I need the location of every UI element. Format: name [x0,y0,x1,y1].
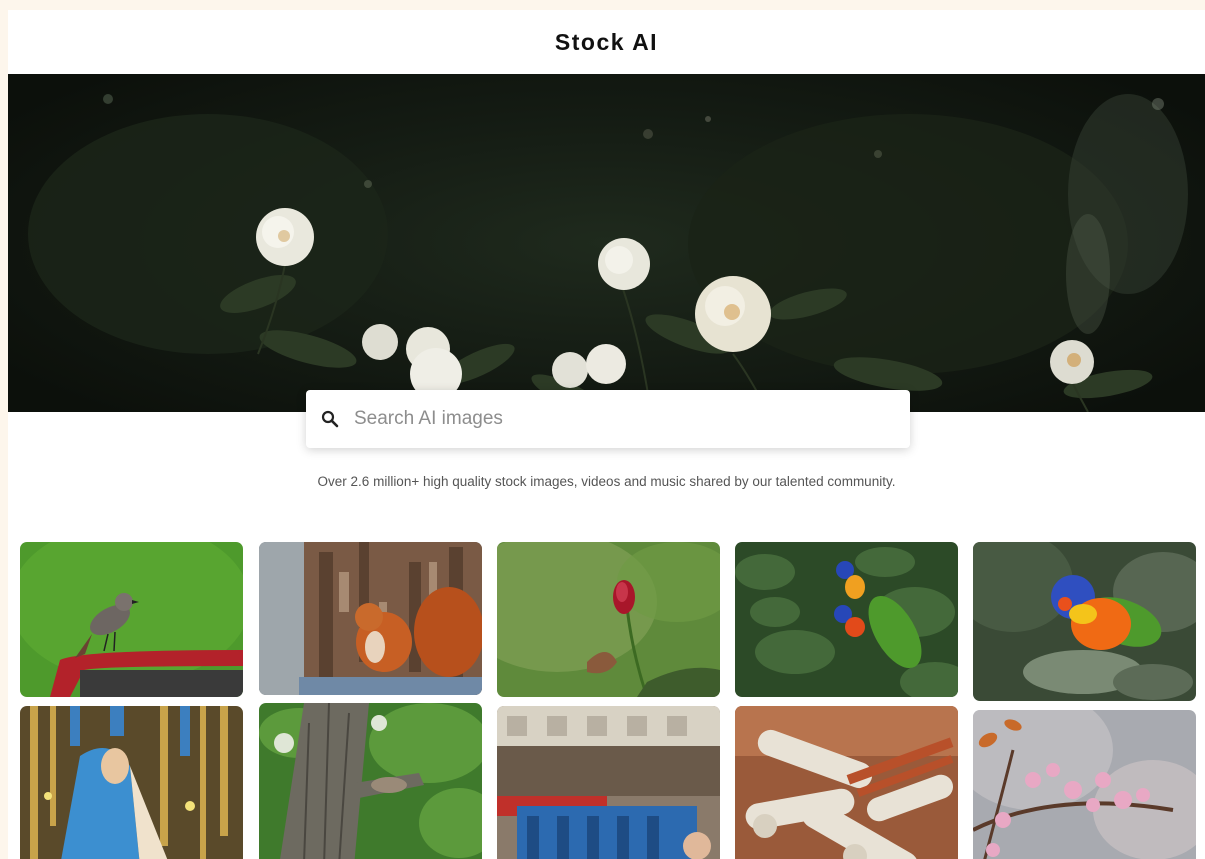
bird-photo [20,542,243,697]
gallery-item-statue[interactable] [20,706,243,859]
site-header: Stock AI [8,10,1205,74]
cherry-blossoms-photo [973,710,1196,859]
site-title[interactable]: Stock AI [555,29,658,56]
hero-banner [8,74,1205,412]
hero-roses-image [28,94,1188,412]
gallery-item-rose-bud[interactable] [497,542,720,697]
site-tagline: Over 2.6 million+ high quality stock ima… [317,474,896,489]
search-icon[interactable] [320,409,340,429]
tree-squirrel-photo [259,703,482,859]
squirrel-photo [259,542,482,695]
gallery-item-lorikeet[interactable] [973,542,1196,701]
lorikeet-photo [973,542,1196,701]
gallery-item-tree-squirrel[interactable] [259,703,482,859]
rolled-papers-photo [735,706,958,859]
gallery-item-papers[interactable] [735,706,958,859]
crowd-photo [497,706,720,859]
gallery-item-crowd[interactable] [497,706,720,859]
lorikeets-photo [735,542,958,697]
gallery-item-squirrel[interactable] [259,542,482,695]
search-input[interactable] [352,407,876,431]
search-bar[interactable] [306,390,910,448]
rose-bud-photo [497,542,720,697]
gallery-item-blossoms[interactable] [973,710,1196,859]
statue-photo [20,706,243,859]
page-frame: Stock AI Search AI images Over 2.6 milli… [8,10,1205,859]
gallery-item-bird[interactable] [20,542,243,697]
gallery-item-lorikeets[interactable] [735,542,958,697]
